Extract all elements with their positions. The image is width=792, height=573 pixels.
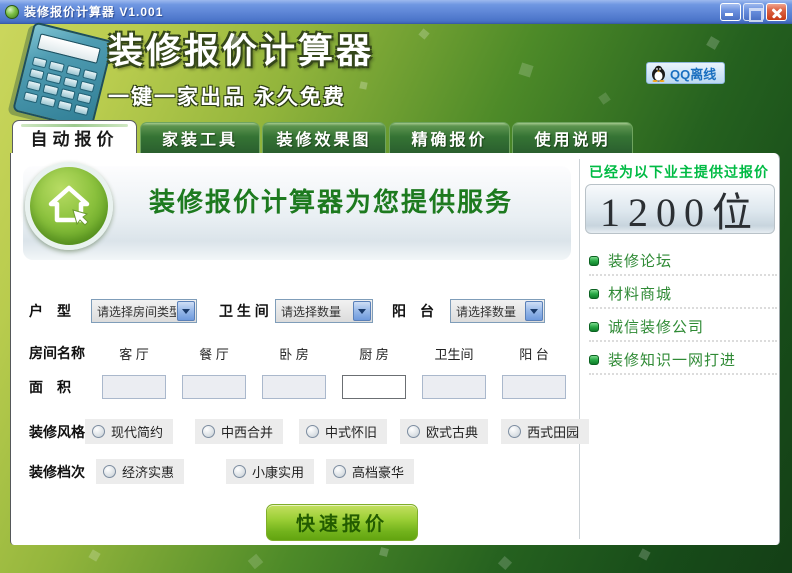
room-name-living: 客 厅 <box>94 344 174 363</box>
grade-option-economy[interactable]: 经济实惠 <box>96 459 184 484</box>
bathroom-count-select[interactable]: 请选择数量 <box>275 299 373 323</box>
app-icon <box>5 5 19 19</box>
chevron-down-icon <box>353 301 371 321</box>
house-type-select[interactable]: 请选择房间类型 <box>91 299 197 323</box>
form-row-style: 装修风格 现代简约 中西合并 中式怀旧 欧式古典 西式田园 <box>29 419 577 444</box>
service-banner-text: 装修报价计算器为您提供服务 <box>149 153 513 247</box>
chevron-down-icon <box>525 301 543 321</box>
tab-auto-quote[interactable]: 自动报价 <box>12 120 137 153</box>
confetti-decoration <box>518 62 533 77</box>
tab-instructions[interactable]: 使用说明 <box>512 122 633 153</box>
vertical-divider <box>579 159 580 539</box>
maximize-button[interactable] <box>743 3 764 21</box>
served-count-box: 1200位 <box>585 184 775 234</box>
area-input-bedroom[interactable] <box>262 375 326 399</box>
room-name-kitchen: 厨 房 <box>334 344 414 363</box>
style-option-chinese-classic[interactable]: 中式怀旧 <box>299 419 387 444</box>
area-input-kitchen[interactable] <box>342 375 406 399</box>
sidebar-heading: 已经为以下业主提供过报价 <box>589 162 769 182</box>
green-bullet-icon <box>589 355 599 365</box>
qq-status-button[interactable]: QQ离线 <box>646 62 725 84</box>
served-count: 1200位 <box>600 180 760 238</box>
tab-home-tools[interactable]: 家装工具 <box>140 122 260 153</box>
close-button[interactable] <box>766 3 787 21</box>
house-pointer-icon <box>43 180 95 232</box>
bathroom-label: 卫 生 间 <box>219 301 275 321</box>
confetti-decoration <box>498 556 512 570</box>
tab-precise-quote[interactable]: 精确报价 <box>389 122 510 153</box>
sidebar-links: 装修论坛 材料商城 诚信装修公司 装修知识一网打进 <box>589 243 777 375</box>
confetti-decoration <box>706 36 720 50</box>
confetti-decoration <box>359 81 367 89</box>
tab-effect-images[interactable]: 装修效果图 <box>262 122 386 153</box>
form-row-area: 面 积 <box>29 375 574 399</box>
sidebar-link-forum[interactable]: 装修论坛 <box>589 243 777 276</box>
title-bar: 装修报价计算器 V1.001 <box>0 0 792 24</box>
confetti-decoration <box>379 547 389 557</box>
style-option-western-pastoral[interactable]: 西式田园 <box>501 419 589 444</box>
app-header: 装修报价计算器 一键一家出品 永久免费 QQ离线 <box>0 24 792 120</box>
house-button[interactable] <box>25 162 113 250</box>
green-bullet-icon <box>589 256 599 266</box>
radio-icon <box>306 425 319 438</box>
style-option-mixed[interactable]: 中西合并 <box>195 419 283 444</box>
balcony-count-select[interactable]: 请选择数量 <box>450 299 545 323</box>
area-input-living[interactable] <box>102 375 166 399</box>
minimize-button[interactable] <box>720 3 741 21</box>
tab-bar: 自动报价 家装工具 装修效果图 精确报价 使用说明 <box>0 120 792 153</box>
area-input-dining[interactable] <box>182 375 246 399</box>
window-title: 装修报价计算器 V1.001 <box>24 3 163 20</box>
area-label: 面 积 <box>29 377 94 397</box>
balcony-label: 阳 台 <box>392 301 450 321</box>
radio-icon <box>407 425 420 438</box>
green-bullet-icon <box>589 322 599 332</box>
radio-icon <box>92 425 105 438</box>
radio-icon <box>103 465 116 478</box>
qq-penguin-icon <box>651 65 666 82</box>
confetti-decoration <box>248 554 263 569</box>
area-input-balcony[interactable] <box>502 375 566 399</box>
radio-icon <box>508 425 521 438</box>
style-label: 装修风格 <box>29 422 85 442</box>
room-name-balcony: 阳 台 <box>494 344 574 363</box>
room-name-bathroom: 卫生间 <box>414 344 494 363</box>
app-window: 装修报价计算器 V1.001 装修报价计算器 一键一家出品 永久免费 <box>0 0 792 573</box>
room-names-label: 房间名称 <box>29 343 94 363</box>
house-type-label: 户 型 <box>29 301 91 321</box>
qq-status-label: QQ离线 <box>670 64 716 83</box>
quick-quote-button[interactable]: 快速报价 <box>266 504 418 541</box>
sidebar-link-knowledge[interactable]: 装修知识一网打进 <box>589 342 777 375</box>
room-name-bedroom: 卧 房 <box>254 344 334 363</box>
sidebar-link-trusted-companies[interactable]: 诚信装修公司 <box>589 309 777 342</box>
form-row-type: 户 型 请选择房间类型 卫 生 间 请选择数量 阳 台 请选择数量 <box>29 299 574 323</box>
content-panel: 装修报价计算器为您提供服务 户 型 请选择房间类型 卫 生 间 请选择数量 阳 … <box>10 153 780 545</box>
confetti-decoration <box>418 28 429 39</box>
chevron-down-icon <box>177 301 195 321</box>
confetti-decoration <box>638 548 650 560</box>
app-subtitle: 一键一家出品 永久免费 <box>108 81 374 111</box>
grade-option-luxury[interactable]: 高档豪华 <box>326 459 414 484</box>
grade-label: 装修档次 <box>29 462 96 482</box>
radio-icon <box>333 465 346 478</box>
confetti-decoration <box>88 549 100 561</box>
form-row-room-names: 房间名称 客 厅 餐 厅 卧 房 厨 房 卫生间 阳 台 <box>29 343 574 363</box>
room-name-dining: 餐 厅 <box>174 344 254 363</box>
sidebar-link-materials-mall[interactable]: 材料商城 <box>589 276 777 309</box>
style-option-european-classic[interactable]: 欧式古典 <box>400 419 488 444</box>
radio-icon <box>233 465 246 478</box>
green-bullet-icon <box>589 289 599 299</box>
style-option-modern[interactable]: 现代简约 <box>85 419 173 444</box>
confetti-decoration <box>598 92 611 105</box>
radio-icon <box>202 425 215 438</box>
area-input-bathroom[interactable] <box>422 375 486 399</box>
calculator-icon <box>12 21 114 130</box>
grade-option-comfortable[interactable]: 小康实用 <box>226 459 314 484</box>
form-row-grade: 装修档次 经济实惠 小康实用 高档豪华 <box>29 459 577 484</box>
